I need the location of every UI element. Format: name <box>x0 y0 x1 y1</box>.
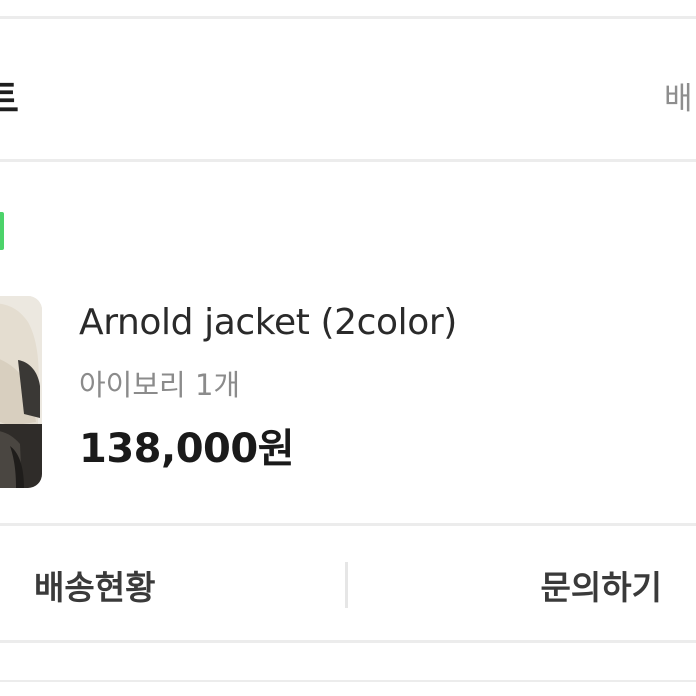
bottom-divider <box>0 680 696 682</box>
inquiry-label: 문의하기 <box>540 568 662 607</box>
jacket-photo <box>0 296 42 488</box>
item-divider <box>0 523 696 526</box>
header-divider <box>0 159 696 162</box>
product-option: 아이보리 1개 <box>79 368 241 402</box>
section-title: 트 <box>0 77 19 121</box>
inquiry-button[interactable]: 문의하기 <box>348 530 696 640</box>
shipping-status-label: 배송현황 <box>34 568 156 607</box>
product-thumbnail[interactable] <box>0 296 42 488</box>
top-divider <box>0 16 696 19</box>
product-name[interactable]: Arnold jacket (2color) <box>79 302 457 343</box>
actions-divider <box>0 640 696 643</box>
shipping-status-button[interactable]: 배송현황 <box>0 530 345 640</box>
order-status-label <box>0 212 4 250</box>
product-price: 138,000원 <box>79 426 295 472</box>
header-link[interactable]: 배 <box>664 73 693 118</box>
order-detail-page: 트 배 Arnold jacket (2color) 아이보리 1개 138,0… <box>0 0 696 696</box>
